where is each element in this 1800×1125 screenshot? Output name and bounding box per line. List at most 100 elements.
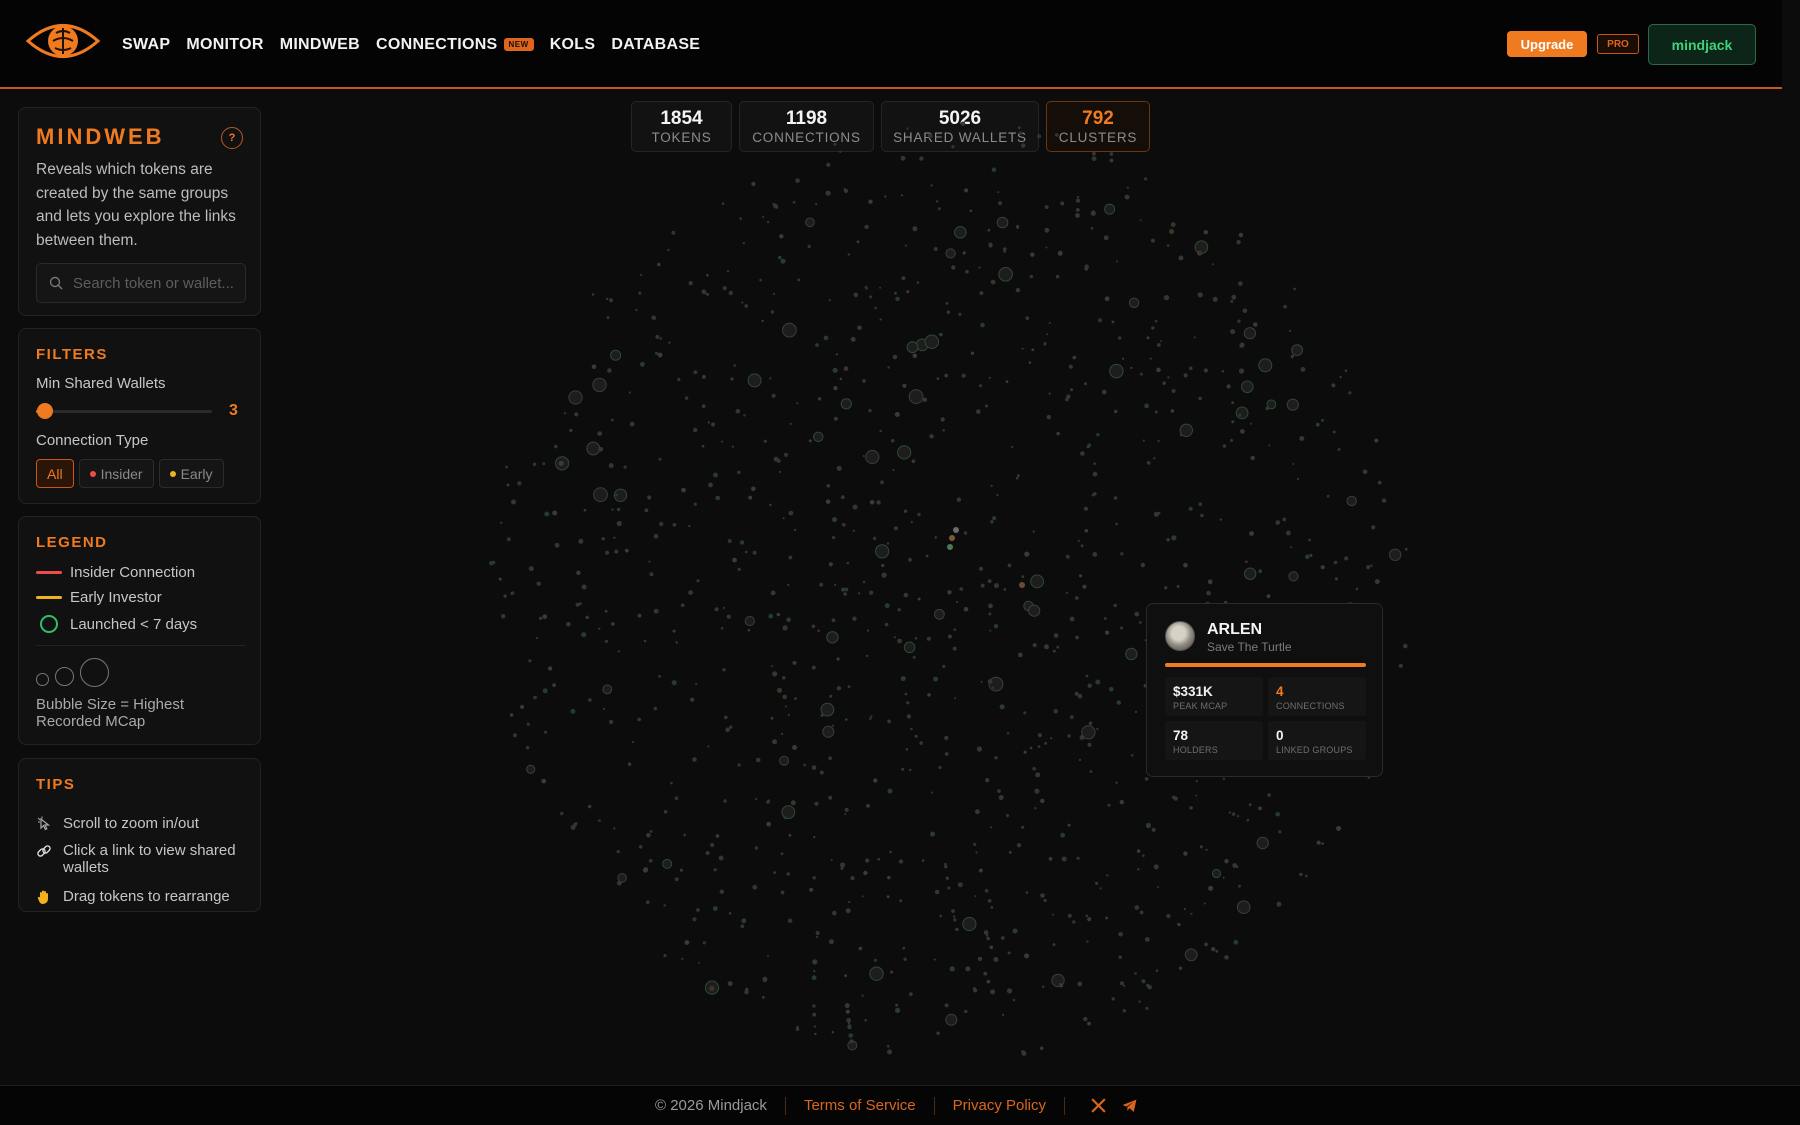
token-node[interactable]: [864, 1019, 867, 1022]
token-node[interactable]: [576, 570, 581, 575]
token-node[interactable]: [1035, 772, 1041, 778]
token-node[interactable]: [957, 882, 963, 888]
token-node[interactable]: [1370, 564, 1373, 567]
token-node[interactable]: [742, 242, 745, 245]
token-node[interactable]: [886, 895, 890, 899]
token-node[interactable]: [797, 278, 801, 282]
token-node[interactable]: [1054, 133, 1059, 137]
token-node[interactable]: [552, 510, 558, 516]
token-node[interactable]: [1075, 213, 1080, 218]
token-node[interactable]: [965, 269, 969, 274]
token-node[interactable]: [1336, 826, 1342, 831]
token-node[interactable]: [1145, 1006, 1149, 1011]
token-node[interactable]: [538, 616, 543, 620]
token-node[interactable]: [903, 592, 909, 598]
token-node[interactable]: [1275, 520, 1280, 525]
token-node[interactable]: [1028, 361, 1032, 364]
token-node[interactable]: [952, 915, 956, 918]
token-node[interactable]: [693, 502, 697, 506]
slider-thumb[interactable]: [36, 403, 53, 419]
token-node[interactable]: [1066, 394, 1071, 399]
token-node[interactable]: [1134, 710, 1138, 714]
token-node[interactable]: [897, 445, 912, 460]
token-node[interactable]: [931, 791, 933, 794]
token-node[interactable]: [779, 470, 782, 473]
token-node[interactable]: [1155, 969, 1159, 972]
token-node[interactable]: [828, 562, 833, 567]
token-node[interactable]: [509, 713, 514, 717]
token-node[interactable]: [852, 616, 857, 621]
token-node[interactable]: [658, 457, 662, 461]
token-node[interactable]: [831, 618, 836, 623]
token-node[interactable]: [1096, 727, 1099, 731]
token-node[interactable]: [1087, 742, 1092, 747]
token-node[interactable]: [1235, 406, 1249, 420]
token-node[interactable]: [912, 353, 918, 359]
token-node[interactable]: [1046, 414, 1051, 420]
token-node[interactable]: [1163, 295, 1170, 301]
token-node[interactable]: [812, 959, 818, 965]
token-node[interactable]: [1111, 320, 1115, 324]
token-node[interactable]: [1081, 725, 1096, 740]
token-node[interactable]: [884, 603, 890, 609]
token-node[interactable]: [1258, 806, 1262, 811]
token-node[interactable]: [629, 421, 635, 427]
token-node[interactable]: [611, 622, 615, 626]
token-node[interactable]: [1072, 355, 1077, 360]
token-node[interactable]: [894, 412, 900, 417]
token-node[interactable]: [839, 150, 842, 153]
token-node[interactable]: [773, 871, 777, 874]
token-node[interactable]: [977, 956, 983, 962]
token-node[interactable]: [819, 770, 824, 775]
token-node[interactable]: [792, 660, 797, 665]
mindjack-logo-icon[interactable]: [26, 16, 100, 66]
token-node[interactable]: [951, 265, 956, 270]
token-node[interactable]: [1166, 244, 1170, 247]
token-node[interactable]: [993, 957, 999, 962]
token-node[interactable]: [900, 194, 904, 197]
token-node[interactable]: [850, 336, 856, 342]
token-node[interactable]: [836, 465, 842, 471]
token-node[interactable]: [921, 859, 925, 862]
token-node[interactable]: [693, 427, 698, 433]
token-node[interactable]: [511, 591, 515, 595]
token-node[interactable]: [866, 804, 870, 808]
token-node[interactable]: [1231, 420, 1235, 424]
token-node[interactable]: [1130, 754, 1134, 757]
token-node[interactable]: [583, 508, 587, 512]
token-node[interactable]: [985, 404, 988, 408]
token-node[interactable]: [1095, 679, 1101, 685]
token-node[interactable]: [849, 1039, 854, 1044]
token-node[interactable]: [784, 452, 788, 457]
token-node[interactable]: [917, 512, 921, 517]
token-node[interactable]: [1190, 912, 1193, 916]
token-node[interactable]: [1044, 227, 1050, 233]
token-node[interactable]: [1334, 577, 1338, 581]
token-node[interactable]: [671, 680, 677, 686]
token-node[interactable]: [663, 810, 668, 814]
token-node[interactable]: [558, 460, 564, 466]
token-node[interactable]: [934, 608, 945, 620]
token-node[interactable]: [1092, 552, 1098, 557]
token-node[interactable]: [906, 701, 910, 705]
token-node[interactable]: [951, 145, 955, 149]
token-node[interactable]: [1003, 588, 1007, 591]
token-node[interactable]: [598, 446, 604, 452]
token-node[interactable]: [1205, 848, 1208, 852]
token-node[interactable]: [1093, 462, 1096, 466]
token-node[interactable]: [778, 255, 782, 260]
token-node[interactable]: [934, 889, 940, 895]
token-node[interactable]: [1344, 556, 1349, 561]
token-node[interactable]: [1024, 551, 1030, 557]
token-node[interactable]: [611, 508, 614, 511]
token-node[interactable]: [1096, 433, 1100, 437]
token-node[interactable]: [610, 418, 614, 422]
token-node[interactable]: [1042, 985, 1045, 988]
token-node[interactable]: [627, 762, 632, 766]
token-node[interactable]: [1146, 983, 1150, 988]
nav-mindweb[interactable]: MINDWEB: [280, 36, 360, 54]
token-node[interactable]: [792, 200, 796, 204]
token-node[interactable]: [962, 251, 966, 255]
token-node[interactable]: [1023, 711, 1027, 715]
token-node[interactable]: [610, 349, 622, 361]
